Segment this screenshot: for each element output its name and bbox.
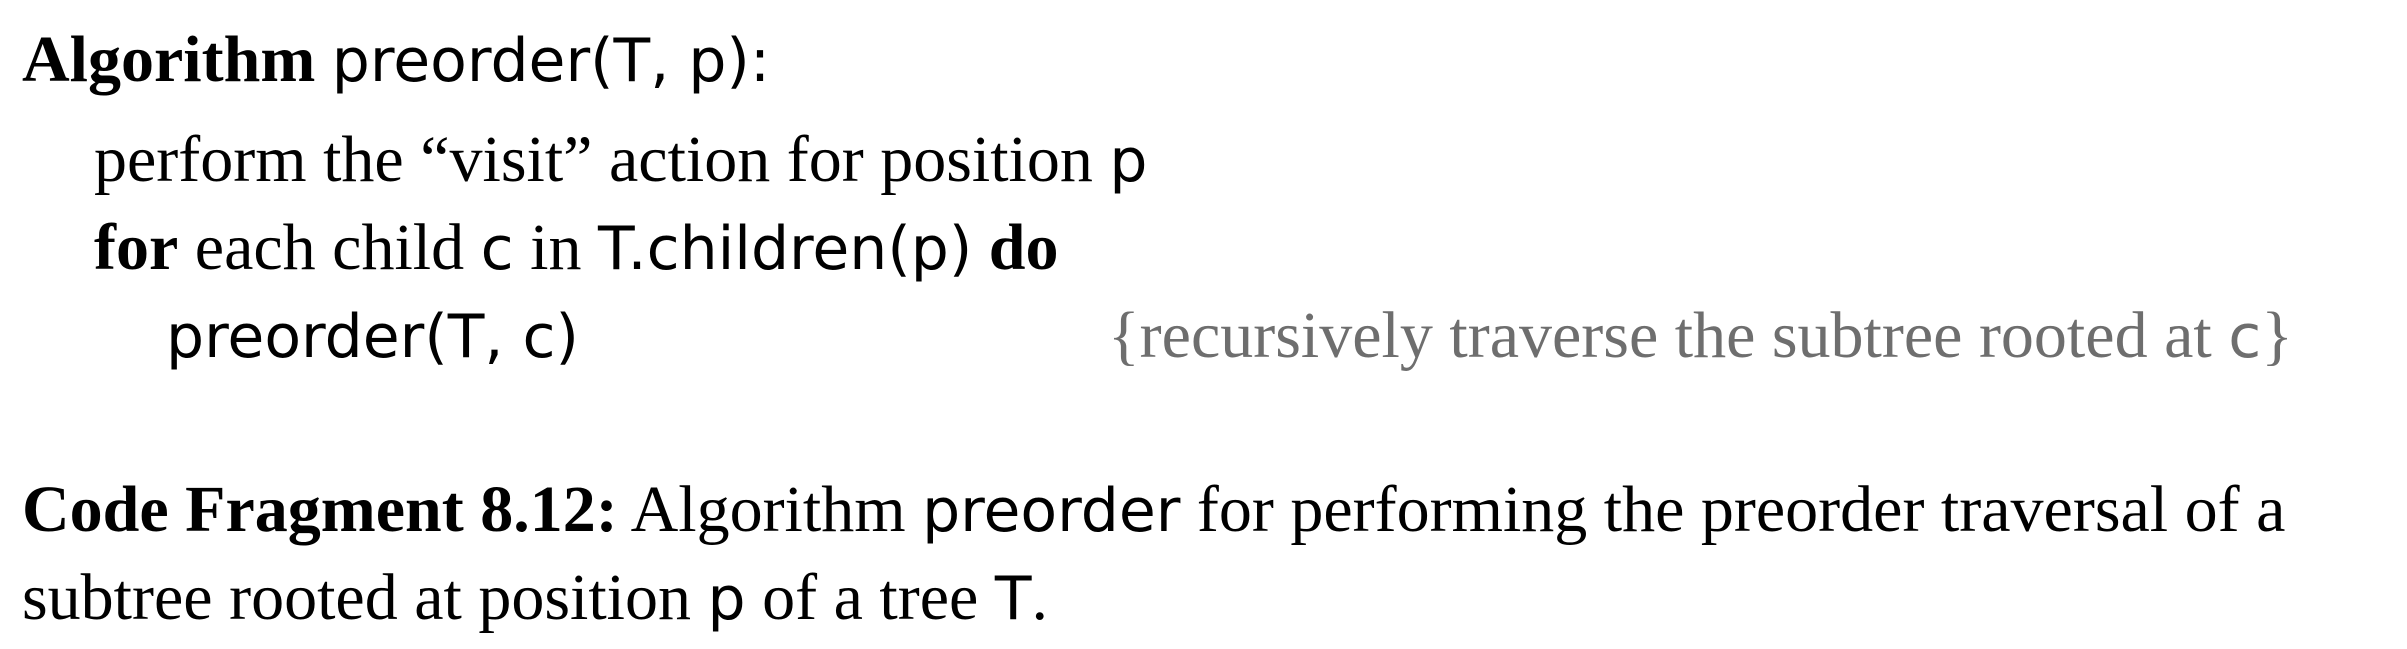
visit-text: perform the “visit” action for position [94,123,1093,196]
for-line: for each child c in T.children(p) do [94,208,1058,289]
comment-var: c [2228,302,2262,372]
caption-line-1: Code Fragment 8.12: Algorithm preorder f… [22,466,2285,555]
recursive-call-line: preorder(T, c) [166,296,579,377]
comment-text: {recursively traverse the subtree rooted… [1108,299,2212,372]
caption-algo-name: preorder [922,476,1181,546]
caption-text-c: subtree rooted at position [22,561,692,634]
do-keyword: do [988,211,1059,284]
algorithm-signature: preorder(T, p): [331,26,771,96]
visit-line: perform the “visit” action for position … [94,120,1148,201]
caption-line-2: subtree rooted at position p of a tree T… [22,554,1048,643]
for-keyword: for [94,211,179,284]
visit-var: p [1109,126,1148,196]
caption-text-b: for performing the preorder traversal of… [1196,473,2286,546]
for-in: in [530,211,582,284]
comment-close: } [2261,299,2293,372]
caption-var-p: p [707,564,746,634]
recursive-call-comment: {recursively traverse the subtree rooted… [1108,296,2293,377]
caption-text-d: of a tree [762,561,979,634]
for-expr: T.children(p) [597,214,973,284]
algorithm-keyword: Algorithm [22,23,316,96]
caption-end: . [1031,561,1048,634]
caption-var-t: T [994,564,1032,634]
caption-text-a: Algorithm [630,473,906,546]
algorithm-header: Algorithm preorder(T, p): [22,20,770,101]
caption-label: Code Fragment 8.12: [22,473,618,546]
for-mid: each child [194,211,465,284]
recursive-call: preorder(T, c) [166,302,579,372]
for-var: c [480,214,514,284]
